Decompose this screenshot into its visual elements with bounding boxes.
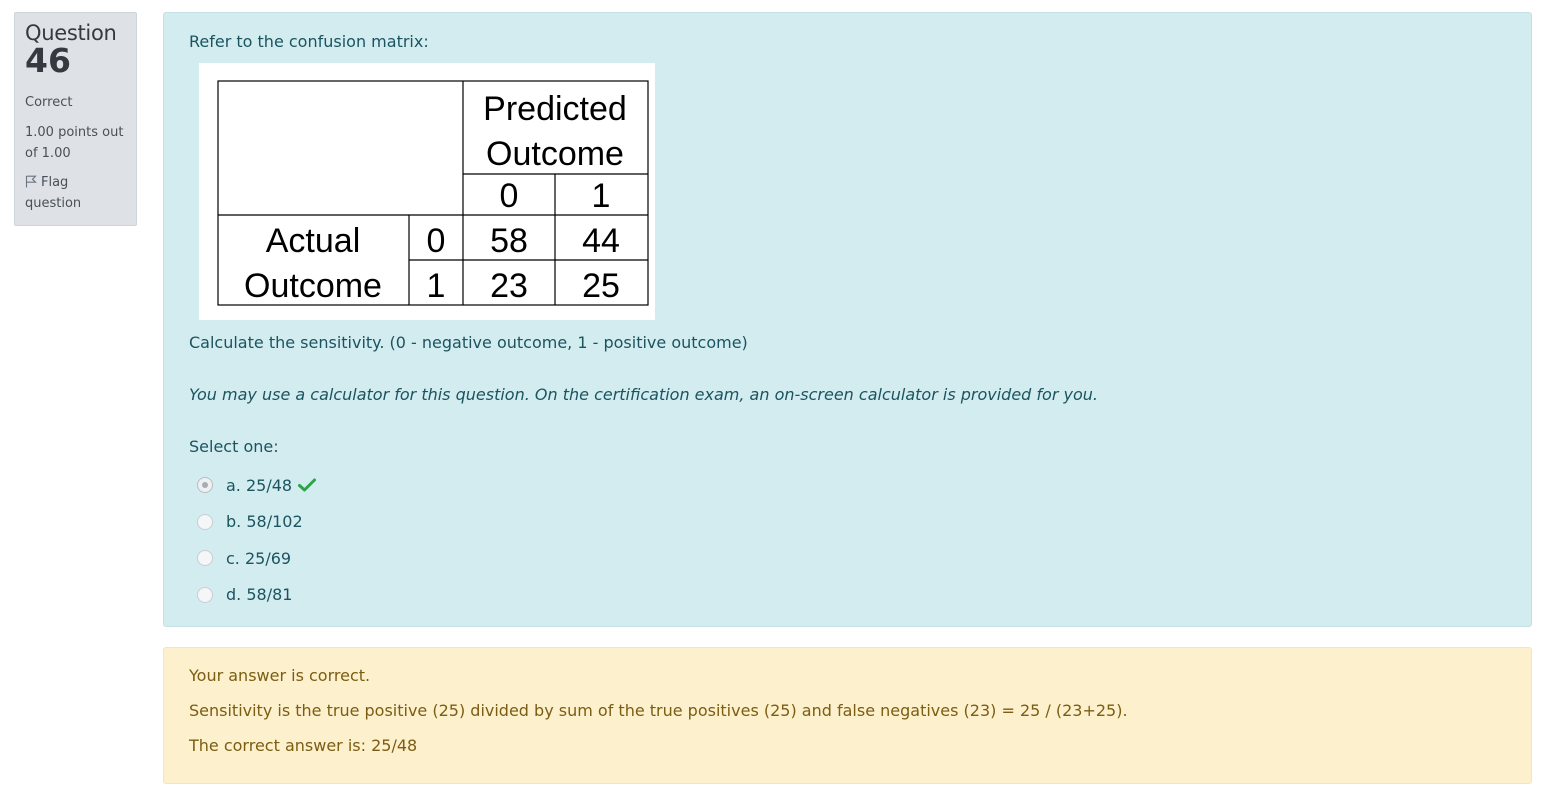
option-b[interactable]: b. 58/102	[197, 504, 316, 541]
actual-header-line-2: Outcome	[244, 267, 382, 305]
confusion-matrix-table: Predicted Outcome 0 1 Actual Outcome 0 1…	[217, 80, 649, 306]
grade-line-2: of 1.00	[25, 146, 71, 161]
flag-label-line-2: question	[25, 196, 82, 211]
question-intro-text: Refer to the confusion matrix:	[189, 32, 429, 51]
feedback-explanation: Sensitivity is the true positive (25) di…	[189, 701, 1128, 720]
matrix-cell-0-1: 44	[582, 222, 620, 260]
actual-class-1: 1	[427, 267, 446, 305]
option-c-label: c. 25/69	[226, 548, 292, 568]
question-calc-text: Calculate the sensitivity. (0 - negative…	[189, 333, 748, 352]
feedback-panel: Your answer is correct. Sensitivity is t…	[163, 647, 1532, 784]
check-icon	[298, 478, 317, 492]
predicted-class-0: 0	[500, 177, 519, 215]
option-a[interactable]: a. 25/48	[197, 467, 317, 504]
predicted-header-line-1: Predicted	[483, 90, 627, 128]
feedback-status: Your answer is correct.	[189, 666, 371, 685]
actual-class-0: 0	[427, 222, 446, 260]
matrix-cell-1-0: 23	[490, 267, 528, 305]
option-c[interactable]: c. 25/69	[197, 540, 316, 577]
actual-header-line-1: Actual	[266, 222, 361, 260]
predicted-header-line-2: Outcome	[486, 135, 624, 173]
predicted-class-1: 1	[592, 177, 611, 215]
option-c-radio[interactable]	[197, 550, 213, 567]
option-d-radio[interactable]	[197, 586, 213, 603]
flag-outline-icon	[25, 175, 37, 188]
option-d[interactable]: d. 58/81	[197, 577, 316, 614]
question-state: Correct	[25, 95, 73, 110]
question-number: 46	[25, 41, 71, 80]
option-b-label: b. 58/102	[226, 512, 303, 532]
calculator-note: You may use a calculator for this questi…	[189, 385, 1098, 404]
flag-label-line-1: Flag	[41, 175, 69, 190]
question-formulation: Refer to the confusion matrix: Predicted…	[163, 12, 1532, 627]
feedback-right-answer: The correct answer is: 25/48	[189, 736, 418, 755]
option-a-radio[interactable]	[197, 477, 213, 494]
matrix-cell-0-0: 58	[490, 222, 528, 260]
question-grade: 1.00 points out of 1.00	[25, 122, 126, 164]
option-a-label: a. 25/48	[226, 475, 293, 495]
option-d-label: d. 58/81	[226, 585, 293, 605]
answer-options: a. 25/48 b. 58/102 c. 25/69 d. 58/81	[197, 467, 317, 614]
flag-question-link[interactable]: Flag question	[25, 172, 126, 214]
matrix-cell-1-1: 25	[582, 267, 620, 305]
grade-line-1: 1.00 points out	[25, 125, 124, 140]
confusion-matrix-image: Predicted Outcome 0 1 Actual Outcome 0 1…	[199, 63, 655, 320]
option-b-radio[interactable]	[197, 513, 213, 530]
select-one-prompt: Select one:	[189, 437, 279, 456]
question-info: Question 46 Correct 1.00 points out of 1…	[14, 12, 137, 226]
